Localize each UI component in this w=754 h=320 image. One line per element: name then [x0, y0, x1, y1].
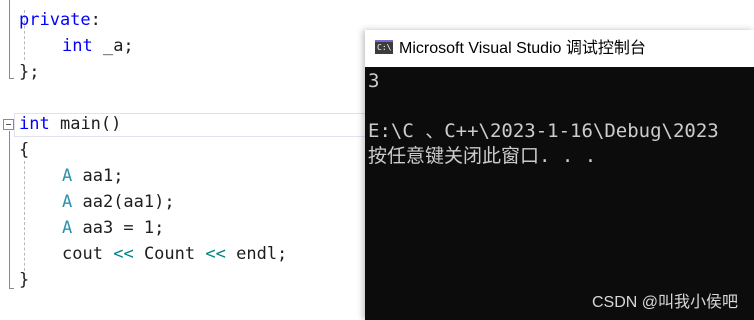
indent-guide	[24, 161, 25, 281]
function-name: main	[59, 114, 101, 134]
code-line[interactable]: int main()	[19, 111, 121, 137]
code-text: ()	[100, 114, 122, 134]
code-line[interactable]: int _a;	[62, 33, 134, 59]
code-text: :	[90, 10, 101, 30]
outline-line	[9, 0, 10, 79]
code-line[interactable]: }	[19, 267, 29, 293]
debug-console-window[interactable]: C:\ Microsoft Visual Studio 调试控制台 3 E:\C…	[365, 30, 754, 320]
type-name: A	[62, 166, 73, 186]
console-titlebar[interactable]: C:\ Microsoft Visual Studio 调试控制台	[365, 30, 754, 67]
operator: <<	[205, 244, 226, 264]
code-line[interactable]: cout << Count << endl;	[62, 241, 287, 267]
code-text: aa1;	[72, 166, 124, 186]
icon-label: C:\	[377, 43, 392, 52]
code-line[interactable]: private:	[19, 7, 101, 33]
console-output-line: E:\C 、C++\2023-1-16\Debug\2023	[368, 120, 719, 142]
code-text: aa2(aa1);	[72, 192, 175, 212]
keyword: int	[19, 114, 50, 134]
console-output-line: 3	[368, 70, 380, 92]
code-text: aa3 = 1;	[72, 218, 165, 238]
code-text: _a;	[92, 36, 134, 56]
outline-end	[9, 78, 14, 79]
console-output-line: 按任意键关闭此窗口. . .	[368, 145, 597, 167]
type-name: A	[62, 192, 73, 212]
code-text: };	[19, 62, 40, 82]
operator: <<	[113, 244, 134, 264]
code-text: Count	[143, 244, 196, 264]
outline-end	[9, 288, 14, 289]
code-line[interactable]: A aa3 = 1;	[62, 215, 164, 241]
code-line[interactable]: {	[19, 137, 29, 163]
code-line[interactable]: };	[19, 59, 39, 85]
console-title: Microsoft Visual Studio 调试控制台	[399, 40, 646, 57]
keyword: int	[62, 36, 93, 56]
keyword: private	[19, 10, 91, 30]
console-app-icon: C:\	[375, 40, 393, 54]
code-line[interactable]: A aa1;	[62, 163, 123, 189]
code-text: {	[19, 140, 30, 160]
type-name: A	[62, 218, 73, 238]
code-text: }	[19, 270, 30, 290]
code-text: cout	[62, 244, 103, 264]
code-text: endl;	[236, 244, 288, 264]
collapse-icon[interactable]	[3, 119, 14, 130]
outline-line	[9, 131, 10, 289]
code-line[interactable]: A aa2(aa1);	[62, 189, 175, 215]
watermark-text: CSDN @叫我小侯吧	[591, 294, 738, 311]
